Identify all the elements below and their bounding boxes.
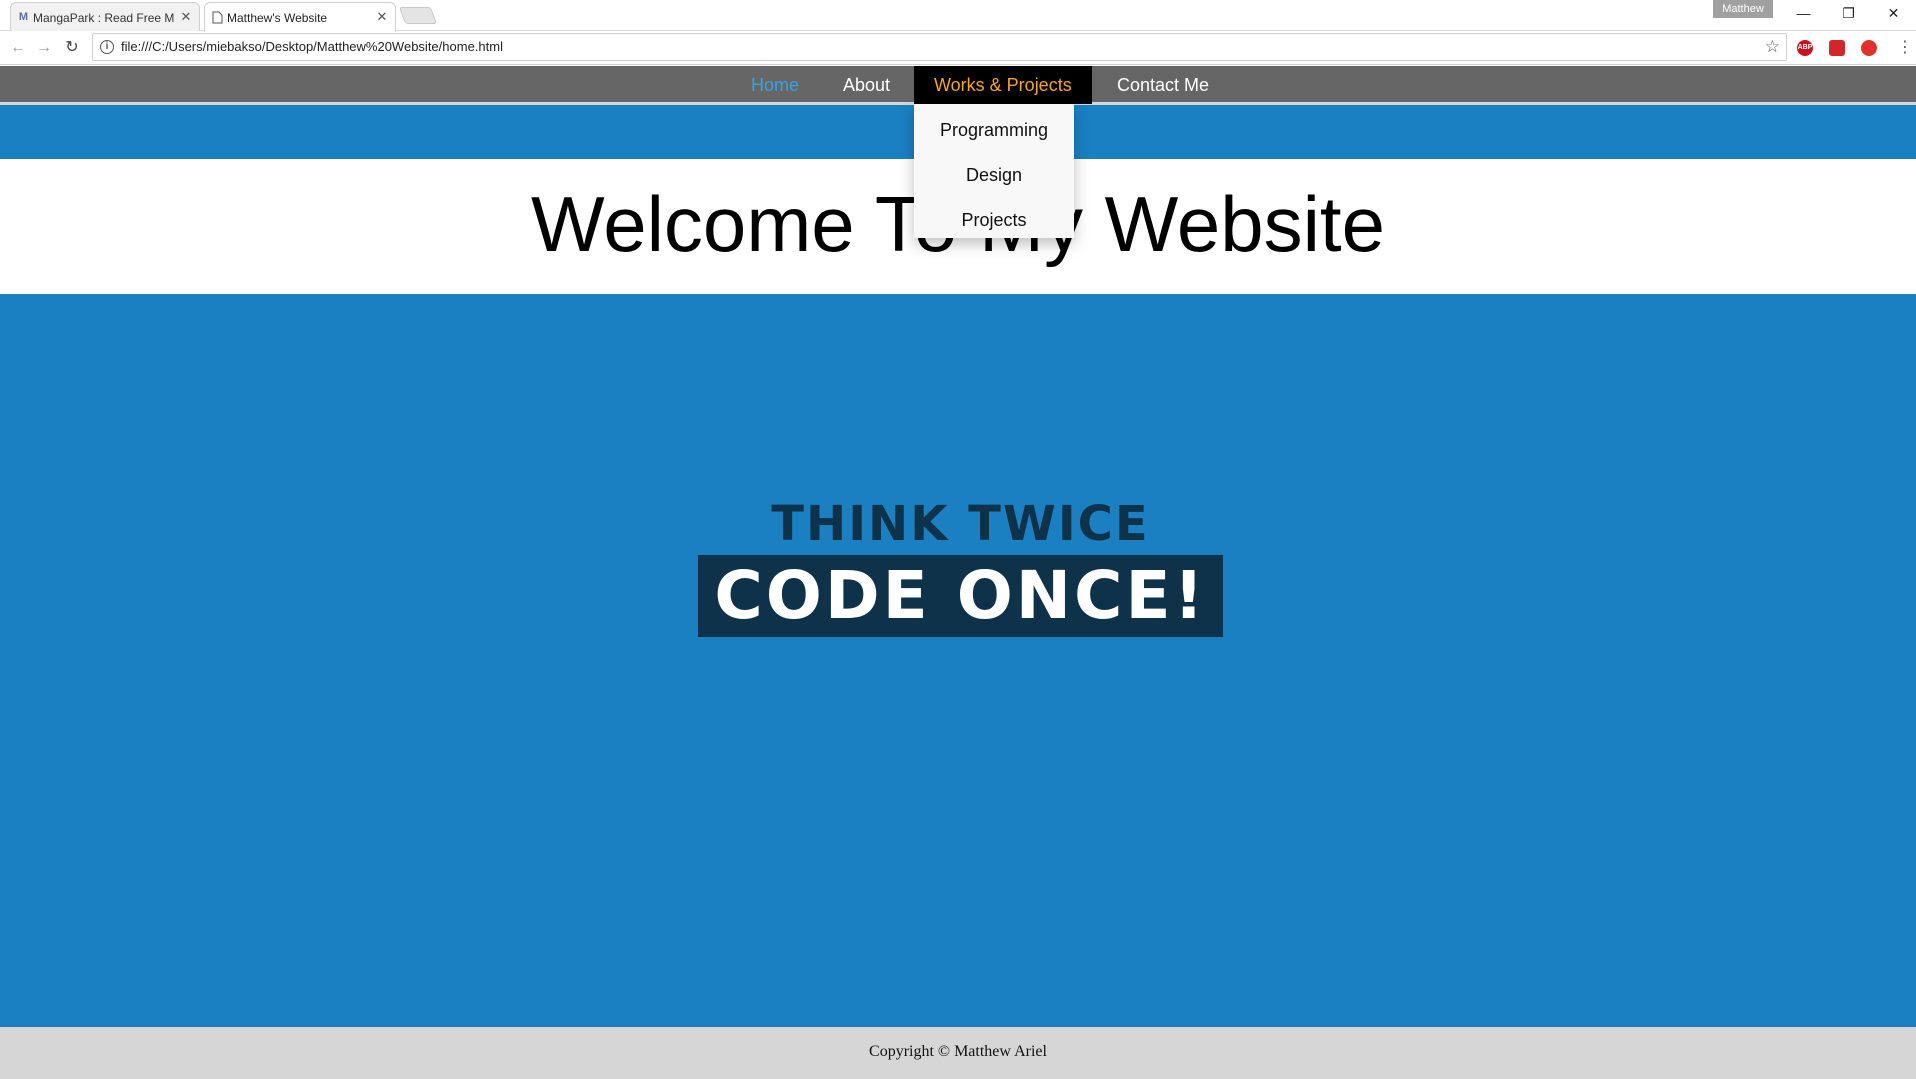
tab-mangapark[interactable]: M MangaPark : Read Free M ✕: [10, 2, 200, 32]
back-arrow-icon[interactable]: ←: [8, 38, 28, 58]
close-tab-icon[interactable]: ✕: [375, 10, 389, 24]
web-page: Home About Works & Projects Contact Me P…: [0, 66, 1916, 1079]
info-icon[interactable]: i: [100, 40, 114, 54]
browser-menu-icon[interactable]: ⋮: [1897, 39, 1913, 57]
tab-label: MangaPark : Read Free M: [33, 10, 175, 25]
nav-contact-link[interactable]: Contact Me: [1097, 66, 1229, 104]
mangapark-favicon-icon: M: [18, 11, 29, 23]
nav-about-link[interactable]: About: [823, 66, 910, 104]
tab-strip: M MangaPark : Read Free M ✕ Matthew's We…: [0, 0, 1916, 32]
close-window-icon[interactable]: ✕: [1871, 0, 1916, 28]
page-favicon-icon: [211, 11, 224, 24]
dropdown-item-projects[interactable]: Projects: [914, 198, 1074, 243]
pdf-extension-icon[interactable]: [1829, 40, 1845, 56]
tab-matthews-website[interactable]: Matthew's Website ✕: [204, 2, 396, 32]
new-tab-button[interactable]: [398, 7, 438, 24]
bookmark-star-icon[interactable]: ☆: [1765, 37, 1780, 57]
slogan-bottom-text: CODE ONCE!: [698, 555, 1223, 637]
nav-works-projects-link[interactable]: Works & Projects: [914, 66, 1092, 104]
nav-home-link[interactable]: Home: [731, 66, 819, 104]
slogan-graphic: THINK TWICE CODE ONCE!: [698, 497, 1223, 637]
dropdown-item-design[interactable]: Design: [914, 153, 1074, 198]
tab-label: Matthew's Website: [227, 10, 328, 25]
restore-icon[interactable]: ❐: [1826, 0, 1871, 28]
dropdown-item-programming[interactable]: Programming: [914, 108, 1074, 153]
minimize-icon[interactable]: —: [1781, 0, 1826, 28]
adblock-plus-icon[interactable]: ABP: [1797, 40, 1813, 56]
browser-toolbar: ← → ↻ i file:///C:/Users/miebakso/Deskto…: [0, 31, 1916, 65]
red-extension-icon[interactable]: [1861, 40, 1877, 56]
reload-icon[interactable]: ↻: [62, 38, 82, 58]
profile-badge[interactable]: Matthew: [1713, 0, 1773, 18]
close-tab-icon[interactable]: ✕: [179, 10, 193, 24]
address-bar[interactable]: i file:///C:/Users/miebakso/Desktop/Matt…: [92, 33, 1787, 61]
forward-arrow-icon[interactable]: →: [34, 38, 54, 58]
works-dropdown-menu: Programming Design Projects: [914, 104, 1074, 238]
slogan-top-text: THINK TWICE: [771, 496, 1150, 552]
copyright-text: Copyright © Matthew Ariel: [869, 1043, 1047, 1060]
site-navbar: Home About Works & Projects Contact Me: [0, 66, 1916, 105]
url-text[interactable]: file:///C:/Users/miebakso/Desktop/Matthe…: [121, 34, 503, 60]
footer: Copyright © Matthew Ariel: [0, 1027, 1916, 1079]
